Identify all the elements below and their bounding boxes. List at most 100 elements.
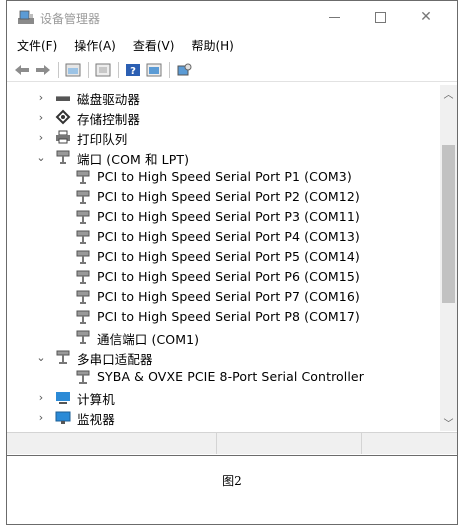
status-cell: [7, 433, 217, 454]
port-label: PCI to High Speed Serial Port P4 (COM13): [97, 229, 360, 244]
printer-icon: [56, 130, 70, 144]
title-bar: 设备管理器 ✕: [7, 1, 457, 33]
port-label: PCI to High Speed Serial Port P6 (COM15): [97, 269, 360, 284]
help-icon: ?: [126, 63, 140, 77]
vertical-scrollbar[interactable]: ︿ ﹀: [440, 85, 457, 431]
port-item[interactable]: PCI to High Speed Serial Port P3 (COM11): [7, 207, 440, 227]
refresh-icon: [95, 63, 111, 76]
close-button[interactable]: ✕: [403, 1, 449, 33]
serial-port-icon: [76, 250, 90, 264]
serial-port-icon: [76, 270, 90, 284]
tree-category[interactable]: ⌄ 端口 (COM 和 LPT): [7, 147, 440, 167]
port-label: PCI to High Speed Serial Port P3 (COM11): [97, 209, 360, 224]
computer-icon: [56, 392, 70, 404]
port-item[interactable]: PCI to High Speed Serial Port P6 (COM15): [7, 267, 440, 287]
category-label: 打印队列: [77, 132, 128, 147]
serial-port-icon: [76, 310, 90, 324]
port-label: PCI to High Speed Serial Port P8 (COM17): [97, 309, 360, 324]
tree-category[interactable]: › 磁盘驱动器: [7, 87, 440, 108]
expand-arrow-icon[interactable]: ›: [35, 127, 47, 147]
category-label: 计算机: [77, 392, 115, 407]
scan-button[interactable]: [175, 62, 193, 78]
menu-view[interactable]: 查看(V): [131, 35, 177, 56]
device-manager-icon: [18, 10, 34, 24]
port-item[interactable]: PCI to High Speed Serial Port P2 (COM12): [7, 187, 440, 207]
toolbar-separator: [169, 61, 170, 78]
chevron-down-icon: ﹀: [443, 419, 454, 430]
device-tree: › 磁盘驱动器 › 存储控制器 › 打印队列 ⌄ 端口 (COM 和 LPT) …: [7, 85, 440, 431]
menu-help[interactable]: 帮助(H): [189, 35, 235, 56]
device-manager-window: 设备管理器 ✕ 文件(F) 操作(A) 查看(V) 帮助(H) ? › 磁盘驱动…: [6, 0, 458, 525]
port-label: PCI to High Speed Serial Port P5 (COM14): [97, 249, 360, 264]
maximize-icon: [374, 11, 386, 23]
view-icon: [146, 63, 162, 76]
back-button[interactable]: [13, 62, 31, 78]
port-item[interactable]: PCI to High Speed Serial Port P5 (COM14): [7, 247, 440, 267]
minimize-button[interactable]: [311, 1, 357, 33]
device-label: SYBA & OVXE PCIE 8-Port Serial Controlle…: [97, 369, 364, 384]
monitor-icon: [55, 411, 71, 424]
status-cell: [217, 433, 362, 454]
svg-text:?: ?: [130, 66, 136, 77]
menu-action[interactable]: 操作(A): [72, 35, 118, 56]
expand-arrow-icon[interactable]: ›: [35, 87, 47, 107]
port-label: 通信端口 (COM1): [97, 332, 200, 347]
status-bar: [7, 432, 457, 454]
scroll-down-button[interactable]: ﹀: [440, 414, 457, 431]
window-title: 设备管理器: [40, 12, 101, 26]
tree-category[interactable]: › 打印队列: [7, 127, 440, 147]
port-label: PCI to High Speed Serial Port P2 (COM12): [97, 189, 360, 204]
device-item[interactable]: SYBA & OVXE PCIE 8-Port Serial Controlle…: [7, 367, 440, 387]
menu-bar: 文件(F) 操作(A) 查看(V) 帮助(H): [7, 34, 457, 56]
serial-port-icon: [76, 330, 90, 344]
port-item[interactable]: PCI to High Speed Serial Port P7 (COM16): [7, 287, 440, 307]
expand-arrow-icon[interactable]: ›: [35, 387, 47, 407]
serial-port-icon: [76, 290, 90, 304]
category-label: 磁盘驱动器: [77, 92, 141, 107]
figure-caption: 图2: [222, 474, 242, 488]
port-item[interactable]: PCI to High Speed Serial Port P8 (COM17): [7, 307, 440, 327]
expand-arrow-icon[interactable]: ›: [35, 107, 47, 127]
disk-icon: [56, 96, 70, 101]
close-icon: ✕: [420, 9, 432, 25]
storage-icon: [55, 109, 71, 125]
port-item[interactable]: 通信端口 (COM1): [7, 327, 440, 347]
toolbar: ?: [7, 58, 457, 82]
properties-button[interactable]: [64, 62, 82, 78]
expand-arrow-icon[interactable]: ›: [35, 407, 47, 427]
menu-file[interactable]: 文件(F): [15, 35, 59, 56]
serial-port-icon: [76, 210, 90, 224]
category-label: 多串口适配器: [77, 352, 153, 367]
collapse-arrow-icon[interactable]: ⌄: [35, 147, 47, 167]
help-button[interactable]: ?: [124, 62, 142, 78]
tree-category[interactable]: › 监视器: [7, 407, 440, 428]
category-label: 端口 (COM 和 LPT): [77, 152, 190, 167]
tree-category[interactable]: › 存储控制器: [7, 107, 440, 127]
serial-port-icon: [76, 170, 90, 184]
forward-button[interactable]: [34, 62, 52, 78]
port-label: PCI to High Speed Serial Port P7 (COM16): [97, 289, 360, 304]
port-label: PCI to High Speed Serial Port P1 (COM3): [97, 169, 352, 184]
category-label: 监视器: [77, 412, 115, 427]
collapse-arrow-icon[interactable]: ⌄: [35, 347, 47, 367]
forward-icon: [36, 64, 50, 75]
scroll-thumb[interactable]: [442, 145, 455, 303]
port-item[interactable]: PCI to High Speed Serial Port P4 (COM13): [7, 227, 440, 247]
caption-area: 图2: [7, 455, 457, 524]
serial-controller-icon: [76, 370, 90, 384]
tree-category[interactable]: › 计算机: [7, 387, 440, 408]
tree-category[interactable]: ⌄ 多串口适配器: [7, 347, 440, 367]
scroll-up-button[interactable]: ︿: [440, 85, 457, 102]
toolbar-separator: [118, 61, 119, 78]
scan-icon: [177, 63, 192, 75]
view-button[interactable]: [145, 62, 163, 78]
back-icon: [15, 64, 29, 75]
category-label: 存储控制器: [77, 112, 141, 127]
toolbar-separator: [58, 61, 59, 78]
port-item[interactable]: PCI to High Speed Serial Port P1 (COM3): [7, 167, 440, 187]
maximize-button[interactable]: [357, 1, 403, 33]
chevron-up-icon: ︿: [443, 90, 454, 101]
refresh-button[interactable]: [94, 62, 112, 78]
serial-port-icon: [76, 230, 90, 244]
minimize-icon: [328, 16, 340, 18]
